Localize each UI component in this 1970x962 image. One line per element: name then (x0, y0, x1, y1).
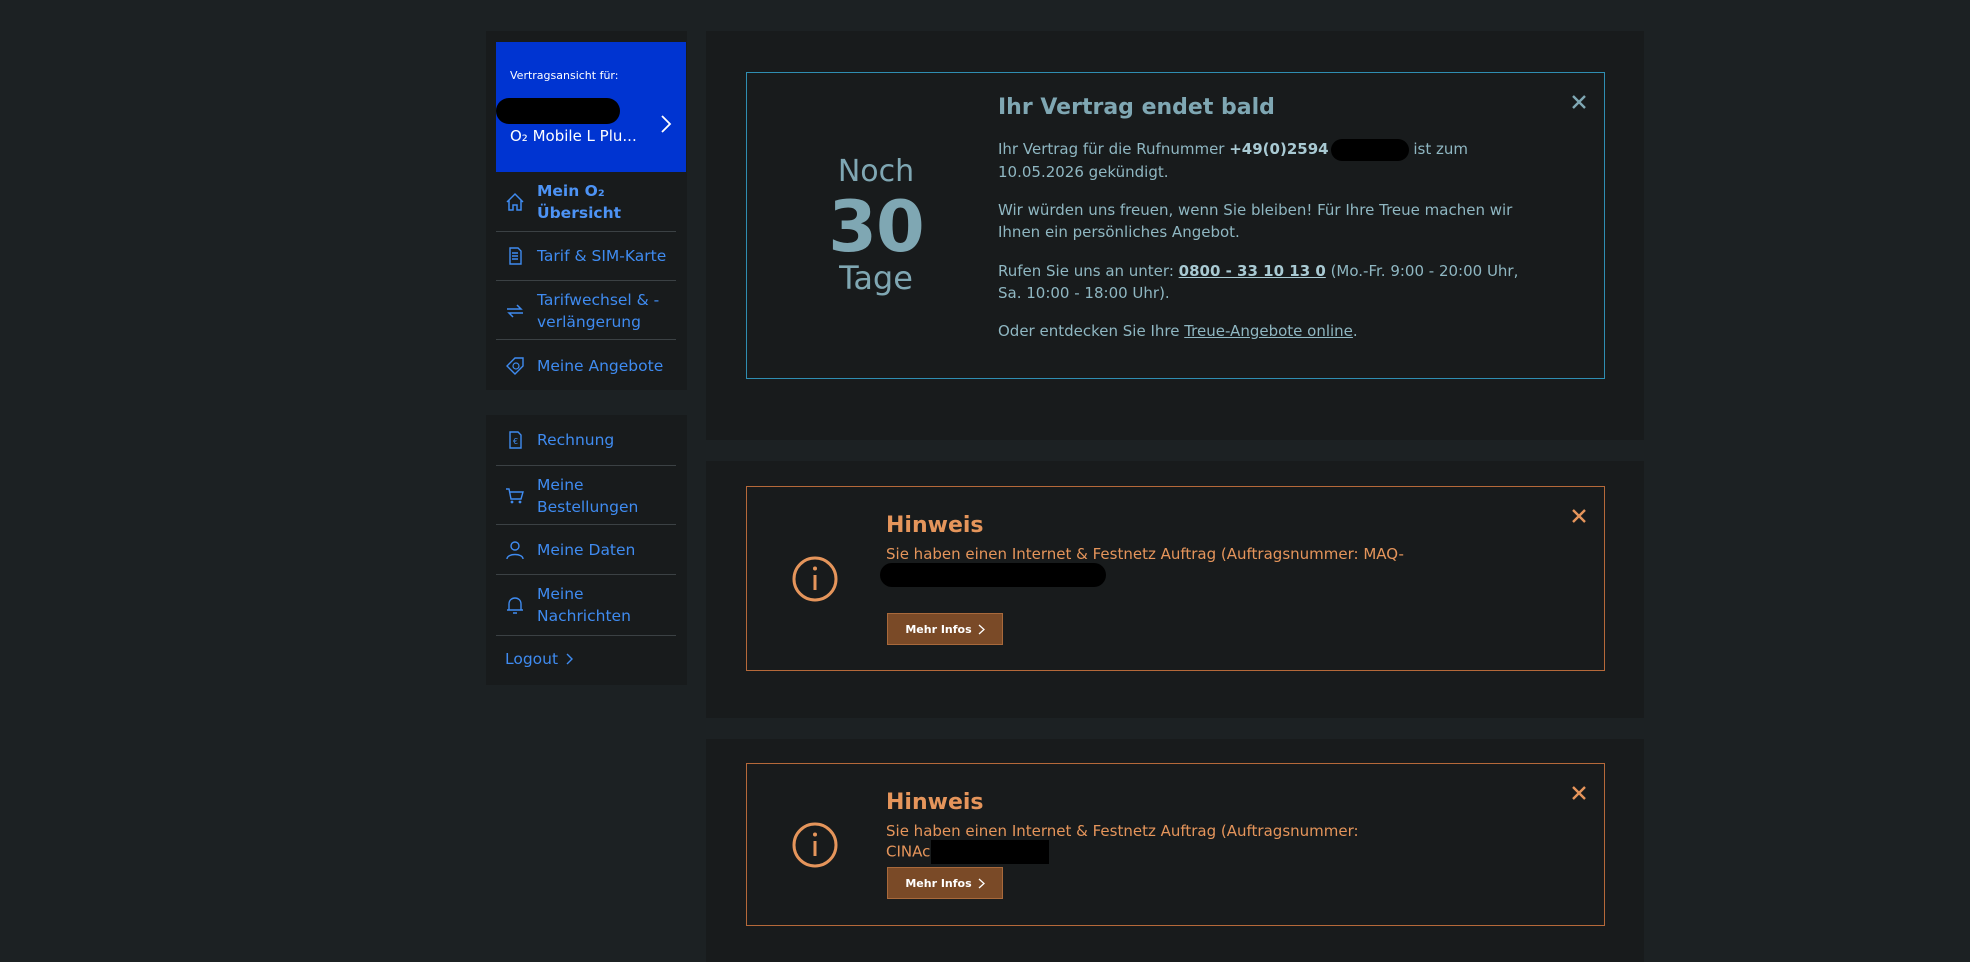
divider (496, 231, 676, 232)
phone-number: +49(0)2594 (1229, 140, 1329, 158)
divider (496, 574, 676, 575)
divider (496, 339, 676, 340)
sidebar-item-label: Meine Daten (537, 541, 636, 559)
close-icon[interactable] (1570, 784, 1588, 802)
divider (496, 280, 676, 281)
swap-arrows-icon (504, 300, 526, 322)
redacted-number (1330, 138, 1409, 161)
sidebar-item-label: Tarif & SIM-Karte (537, 247, 667, 265)
contract-end-title: Ihr Vertrag endet bald (998, 95, 1275, 120)
contract-end-text-1: Ihr Vertrag für die Rufnummer +49(0)2594… (998, 138, 1538, 183)
button-label: Mehr Infos (905, 876, 972, 890)
divider (496, 635, 676, 636)
cart-icon (504, 485, 526, 507)
document-icon (504, 245, 526, 267)
contract-end-text-4: Oder entdecken Sie Ihre Treue-Angebote o… (998, 320, 1538, 342)
logout-link[interactable]: Logout (505, 650, 574, 668)
sidebar-item-tariff-change[interactable]: Tarifwechsel & - verlängerung (496, 289, 676, 333)
notice-text: Sie haben einen Internet & Festnetz Auft… (886, 545, 1404, 563)
notice-text: Sie haben einen Internet & Festnetz Auft… (886, 822, 1406, 864)
text-fragment: Ihr Vertrag für die Rufnummer (998, 140, 1230, 158)
countdown-unit: Tage (839, 259, 913, 297)
sidebar-item-overview[interactable]: Mein O₂ Übersicht (496, 180, 676, 224)
sidebar-item-label: Meine Angebote (537, 357, 664, 375)
sidebar-item-label: Meine Nachrichten (537, 585, 631, 625)
contract-end-text-2: Wir würden uns freuen, wenn Sie bleiben!… (998, 201, 1513, 241)
sidebar-item-label: Mein O₂ Übersicht (537, 182, 622, 222)
sidebar-item-tariff-sim[interactable]: Tarif & SIM-Karte (496, 245, 676, 267)
more-info-button[interactable]: Mehr Infos (887, 867, 1003, 899)
chevron-right-icon (566, 653, 574, 665)
sidebar-item-my-data[interactable]: Meine Daten (496, 539, 676, 561)
chevron-right-icon (978, 878, 985, 888)
svg-text:€: € (513, 437, 518, 446)
close-icon[interactable] (1570, 507, 1588, 525)
sidebar-item-label: Rechnung (537, 431, 615, 449)
contract-view-label: Vertragsansicht für: (510, 69, 619, 82)
sidebar-item-invoice[interactable]: € Rechnung (496, 429, 676, 451)
invoice-euro-icon: € (504, 429, 526, 451)
sidebar-item-orders[interactable]: Meine Bestellungen (496, 474, 676, 518)
sidebar-item-label: Tarifwechsel & - verlängerung (537, 291, 660, 331)
info-icon (792, 556, 838, 602)
contract-end-text-3: Rufen Sie uns an unter: 0800 - 33 10 13 … (998, 260, 1538, 304)
countdown-prefix: Noch (837, 154, 915, 189)
redacted-order-number (880, 563, 1106, 587)
contract-selector-card[interactable]: Vertragsansicht für: O₂ Mobile L Plu... (496, 42, 686, 172)
logout-label: Logout (505, 650, 559, 668)
tag-euro-icon (504, 355, 526, 377)
home-icon (504, 191, 526, 213)
button-label: Mehr Infos (905, 622, 972, 636)
redacted-order-number (931, 840, 1050, 864)
chevron-right-icon (978, 624, 985, 634)
sidebar-item-messages[interactable]: Meine Nachrichten (496, 583, 676, 627)
redacted-name (496, 98, 620, 124)
text-fragment: . (1352, 322, 1358, 340)
chevron-right-icon (661, 115, 672, 133)
contract-plan-name: O₂ Mobile L Plu... (510, 127, 637, 145)
bell-icon (504, 594, 526, 616)
divider (496, 465, 676, 466)
user-icon (504, 539, 526, 561)
notice-title: Hinweis (886, 790, 984, 815)
countdown-days: 30 (828, 186, 924, 268)
sidebar-item-offers[interactable]: Meine Angebote (496, 355, 676, 377)
hotline-phone-link[interactable]: 0800 - 33 10 13 0 (1179, 262, 1326, 280)
notice-title: Hinweis (886, 513, 984, 538)
divider (496, 524, 676, 525)
close-icon[interactable] (1570, 93, 1588, 111)
sidebar-item-label: Meine Bestellungen (537, 476, 639, 516)
text-fragment: Rufen Sie uns an unter: (998, 262, 1179, 280)
notice-alert-1 (746, 486, 1605, 671)
info-icon (792, 822, 838, 868)
loyalty-offers-link[interactable]: Treue-Angebote online (1184, 322, 1353, 340)
text-fragment: Oder entdecken Sie Ihre (998, 322, 1185, 340)
more-info-button[interactable]: Mehr Infos (887, 613, 1003, 645)
